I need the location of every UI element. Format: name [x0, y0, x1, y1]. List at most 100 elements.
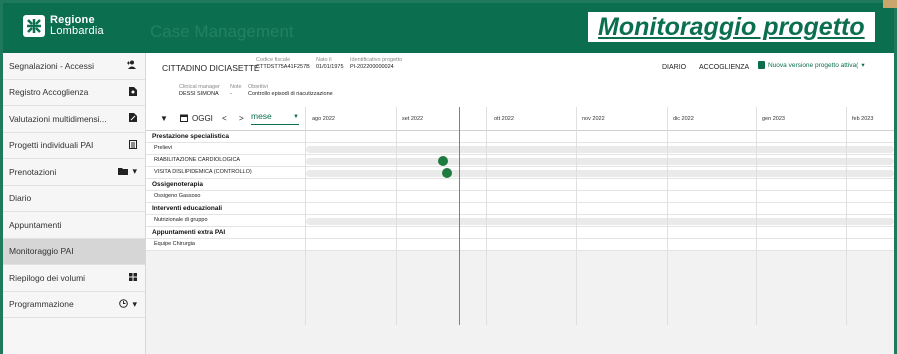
- clock-icon: [119, 298, 129, 310]
- field-value: PI-202200000024: [350, 64, 394, 70]
- event-marker[interactable]: [438, 156, 448, 166]
- grid-line: [846, 107, 847, 325]
- month-label: ott 2022: [494, 116, 514, 122]
- event-marker[interactable]: [442, 168, 452, 178]
- sidebar-item-label: Progetti individuali PAI: [9, 140, 94, 151]
- clinical-manager-field: Clinical manager DESSI SIMONA: [179, 84, 220, 98]
- month-label: nov 2022: [582, 116, 605, 122]
- regione-lombardia-logo[interactable]: Regione Lombardia: [23, 15, 104, 37]
- chevron-down-icon[interactable]: ▾: [132, 166, 137, 177]
- accoglienza-button[interactable]: ACCOGLIENZA: [699, 64, 749, 71]
- brand-name: Regione Lombardia: [50, 15, 104, 37]
- filter-icon[interactable]: ▼: [160, 114, 168, 123]
- month-label: set 2022: [402, 116, 424, 122]
- sidebar-item-label: Riepilogo dei volumi: [9, 272, 86, 283]
- sidebar-item-riepilogo[interactable]: Riepilogo dei volumi: [3, 265, 145, 292]
- corner-tab: [883, 0, 897, 8]
- next-button[interactable]: >: [239, 114, 244, 123]
- version-label: Nuova versione progetto attiva(: [768, 61, 859, 69]
- month-label: dic 2022: [673, 116, 694, 122]
- app-title: Case Management: [150, 22, 294, 41]
- sidebar-item-segnalazioni[interactable]: Segnalazioni - Accessi: [3, 53, 145, 80]
- schedule-bar[interactable]: [306, 170, 894, 177]
- scale-value: mese: [251, 111, 272, 121]
- main-panel: CITTADINO DICIASETTE Codice fiscale CTTD…: [146, 53, 894, 354]
- sidebar: Segnalazioni - Accessi Registro Accoglie…: [3, 53, 146, 354]
- field-label: Clinical manager: [179, 84, 220, 90]
- document-search-icon: [129, 86, 137, 98]
- sidebar-item-label: Prenotazioni: [9, 166, 57, 177]
- schedule-bar[interactable]: [306, 218, 894, 225]
- gantt-group-row: Prestazione specialistica: [146, 131, 894, 143]
- chevron-down-icon[interactable]: ▾: [132, 299, 137, 310]
- gantt-row[interactable]: RIABILITAZIONE CARDIOLOGICA: [146, 155, 894, 167]
- diario-button[interactable]: DIARIO: [662, 64, 686, 71]
- sidebar-item-progetti[interactable]: Progetti individuali PAI: [3, 133, 145, 159]
- gantt-row[interactable]: Nutrizionale di gruppo: [146, 215, 894, 227]
- sidebar-item-label: Registro Accoglienza: [9, 87, 89, 98]
- field-label: Obiettivi: [248, 84, 268, 90]
- sidebar-item-label: Valutazioni multidimensi...: [9, 113, 107, 124]
- patient-header: CITTADINO DICIASETTE Codice fiscale CTTD…: [146, 53, 894, 107]
- sidebar-item-programmazione[interactable]: Programmazione ▾: [3, 292, 145, 318]
- row-label: VISITA DISLIPIDEMICA (CONTROLLO): [154, 169, 252, 175]
- grid-line: [667, 107, 668, 325]
- person-add-icon: [127, 60, 137, 71]
- document-edit-icon: [129, 113, 137, 124]
- month-label: gen 2023: [762, 116, 785, 122]
- grid-line: [396, 107, 397, 325]
- folder-icon: [118, 167, 129, 177]
- prev-button[interactable]: <: [222, 114, 227, 123]
- gantt-group-row: Interventi educazionali: [146, 203, 894, 215]
- month-label: feb 2023: [852, 116, 874, 122]
- rose-logo-icon: [23, 15, 45, 37]
- row-label: Nutrizionale di gruppo: [154, 217, 208, 223]
- gantt-row[interactable]: Ossigeno Gassoso: [146, 191, 894, 203]
- chevron-down-icon: ▼: [293, 114, 299, 120]
- scale-select[interactable]: mese ▼: [251, 111, 299, 125]
- grid-line: [486, 107, 487, 325]
- sidebar-item-diario[interactable]: Diario: [3, 186, 145, 212]
- sidebar-item-prenotazioni[interactable]: Prenotazioni ▾: [3, 159, 145, 186]
- row-label: Prelievi: [154, 145, 173, 151]
- gantt-group-row: Ossigenoterapia: [146, 179, 894, 191]
- gantt-group-row: Appuntamenti extra PAI: [146, 227, 894, 239]
- gantt-row[interactable]: Equipe Chirurgia: [146, 239, 894, 251]
- slide-title: Monitoraggio progetto: [588, 12, 875, 42]
- sidebar-item-label: Segnalazioni - Accessi: [9, 60, 95, 71]
- field-value: DESSI SIMONA: [179, 91, 219, 97]
- list-icon: [129, 139, 137, 151]
- sidebar-item-appuntamenti[interactable]: Appuntamenti: [3, 212, 145, 239]
- row-label: Equipe Chirurgia: [154, 241, 195, 247]
- field-value: Controllo episodi di riacutizzazione: [248, 91, 333, 97]
- month-label: ago 2022: [312, 116, 335, 122]
- field-label: Nato il: [316, 57, 332, 63]
- chevron-down-icon: ▾: [861, 62, 865, 69]
- document-icon: [758, 61, 765, 69]
- version-selector[interactable]: Nuova versione progetto attiva( ▾: [758, 61, 865, 69]
- sidebar-item-label: Programmazione: [9, 299, 74, 310]
- gantt-toolbar: ▼ OGGI < > mese ▼ ago 2022 set 2022 ott …: [146, 107, 894, 131]
- field-value: -: [230, 91, 232, 97]
- field-value: 01/01/1975: [316, 64, 344, 70]
- gantt-row[interactable]: VISITA DISLIPIDEMICA (CONTROLLO): [146, 167, 894, 179]
- row-label: RIABILITAZIONE CARDIOLOGICA: [154, 157, 241, 163]
- sidebar-item-label: Appuntamenti: [9, 219, 62, 230]
- sidebar-item-monitoraggio[interactable]: Monitoraggio PAI: [3, 238, 145, 265]
- project-id-field: Identificativo progetto PI-202200000024: [350, 57, 402, 71]
- calendar-icon: [180, 114, 188, 124]
- schedule-bar[interactable]: [306, 146, 894, 153]
- patient-name: CITTADINO DICIASETTE: [162, 63, 260, 73]
- grid-line: [576, 107, 577, 325]
- brand-line2: Lombardia: [50, 25, 104, 37]
- sidebar-item-valutazioni[interactable]: Valutazioni multidimensi...: [3, 106, 145, 133]
- grid-line: [756, 107, 757, 325]
- field-label: Identificativo progetto: [350, 57, 403, 63]
- sidebar-item-registro[interactable]: Registro Accoglienza: [3, 80, 145, 106]
- today-button[interactable]: OGGI: [192, 114, 213, 123]
- field-label: Codice fiscale: [256, 57, 291, 63]
- obiettivi-field: Obiettivi Controllo episodi di riacutizz…: [248, 84, 333, 98]
- gantt-row[interactable]: Prelievi: [146, 143, 894, 155]
- note-field: Note -: [230, 84, 242, 98]
- schedule-bar[interactable]: [306, 158, 894, 165]
